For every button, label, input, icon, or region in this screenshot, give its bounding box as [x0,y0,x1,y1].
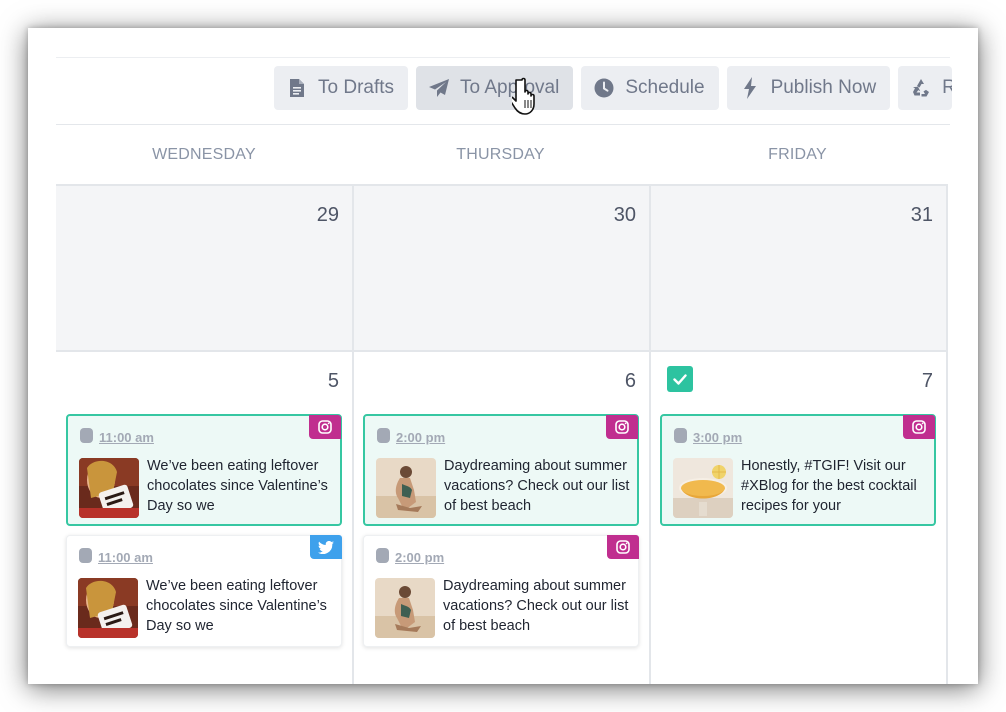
document-icon [286,77,308,99]
day-number: 7 [921,370,933,392]
approved-check-icon[interactable] [667,366,693,392]
recycle-label: R [942,77,953,98]
post-card[interactable]: 3:00 pm Honestly, #TGIF! Visit our #XBlo… [660,414,936,526]
post-time[interactable]: 11:00 am [99,430,154,445]
cocktail-photo-thumbnail [673,458,733,518]
day-number: 6 [624,370,636,392]
post-time[interactable]: 3:00 pm [693,430,742,445]
post-caption: We’ve been eating leftover chocolates si… [146,578,327,634]
post-card[interactable]: 11:00 am We’ve been eating leftover choc… [66,535,342,647]
day-cell-30[interactable]: 30 [354,184,651,352]
status-indicator [376,548,389,563]
status-indicator [79,548,92,563]
schedule-label: Schedule [625,77,705,98]
to-drafts-button[interactable]: To Drafts [274,66,409,110]
weekday-header-row: WEDNESDAY THURSDAY FRIDAY [56,125,950,185]
day-number: 30 [613,204,636,226]
recycle-button[interactable]: R [898,66,953,110]
post-caption: We’ve been eating leftover chocolates si… [147,458,328,514]
status-indicator [674,428,687,443]
day-cell-29[interactable]: 29 [56,184,354,352]
day-number: 31 [910,204,933,226]
status-indicator [377,428,390,443]
to-drafts-label: To Drafts [318,77,395,98]
post-caption: Honestly, #TGIF! Visit our #XBlog for th… [741,458,917,514]
post-card[interactable]: 2:00 pm Daydreaming about summer vacatio… [363,535,639,647]
app-window: To Drafts To Approval Schedule Publish N… [28,28,978,684]
paper-plane-icon [428,77,450,99]
calendar-grid: 29 30 31 5 11:00 am We’ve been eating le… [56,184,950,684]
to-approval-button[interactable]: To Approval [416,66,574,110]
instagram-icon [606,415,638,439]
beach-photo-thumbnail [376,458,436,518]
instagram-icon [903,415,935,439]
weekday-wednesday: WEDNESDAY [152,146,256,163]
chocolate-photo-thumbnail [78,578,138,638]
weekday-thursday: THURSDAY [456,146,545,163]
post-caption: Daydreaming about summer vacations? Chec… [444,458,630,514]
top-divider [56,57,950,58]
day-cell-31[interactable]: 31 [651,184,948,352]
instagram-icon [607,535,639,559]
day-cell-5[interactable]: 5 11:00 am We’ve been eating leftover ch… [56,350,354,684]
day-number: 29 [316,204,339,226]
status-indicator [80,428,93,443]
day-cell-7[interactable]: 7 3:00 pm Honestly, #TGIF! Visit our #XB… [651,350,948,684]
post-time[interactable]: 2:00 pm [396,430,445,445]
publish-now-label: Publish Now [770,77,877,98]
post-actions-toolbar: To Drafts To Approval Schedule Publish N… [274,66,953,110]
lightning-icon [739,77,761,99]
day-cell-6[interactable]: 6 2:00 pm Daydreaming about summer vacat… [354,350,651,684]
post-caption: Daydreaming about summer vacations? Chec… [443,578,629,634]
post-time[interactable]: 2:00 pm [395,550,444,565]
post-card[interactable]: 11:00 am We’ve been eating leftover choc… [66,414,342,526]
post-time[interactable]: 11:00 am [98,550,153,565]
publish-now-button[interactable]: Publish Now [726,66,891,110]
instagram-icon [309,415,341,439]
day-number: 5 [327,370,339,392]
hand-pointer-cursor-icon [512,77,535,115]
clock-icon [593,77,615,99]
chocolate-photo-thumbnail [79,458,139,518]
recycle-icon [910,77,932,99]
beach-photo-thumbnail [375,578,435,638]
weekday-friday: FRIDAY [768,146,827,163]
schedule-button[interactable]: Schedule [581,66,719,110]
twitter-icon [310,535,342,559]
post-card[interactable]: 2:00 pm Daydreaming about summer vacatio… [363,414,639,526]
